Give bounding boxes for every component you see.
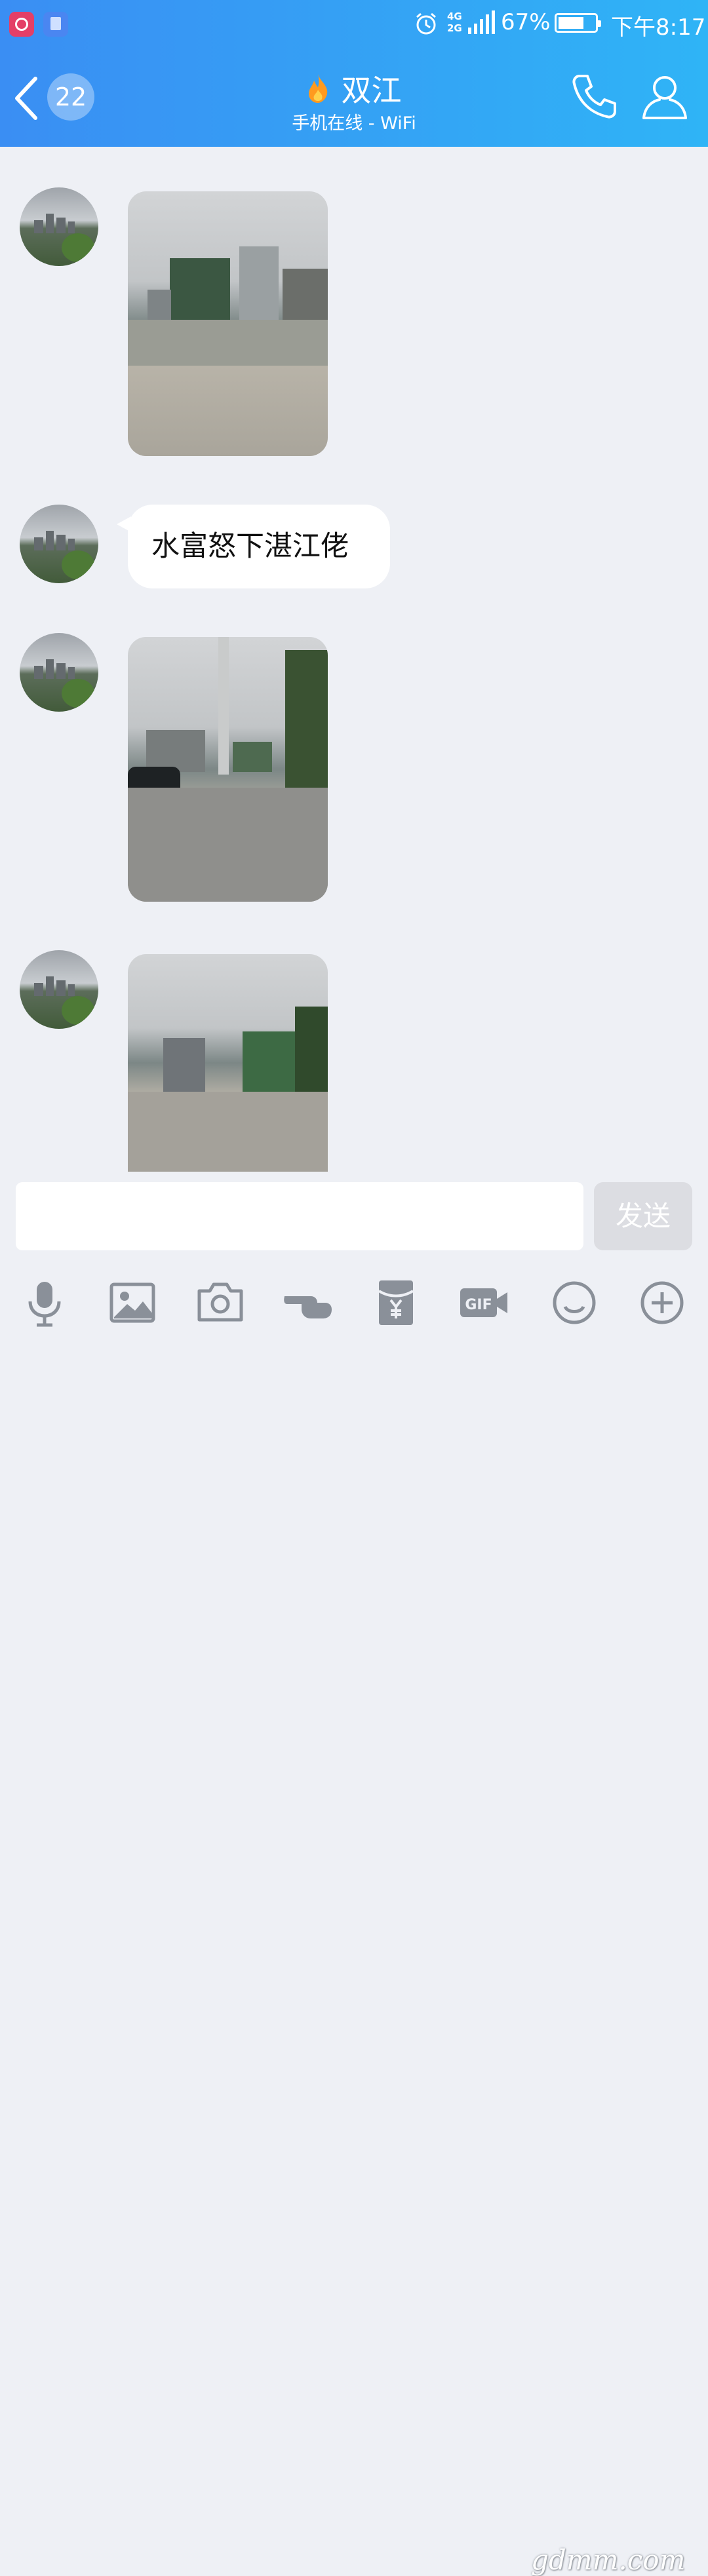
emoji-icon[interactable]	[548, 1277, 600, 1329]
input-toolbar: GIF gdmm.com	[0, 1265, 708, 2576]
gif-icon[interactable]: GIF	[458, 1277, 510, 1329]
contact-profile-icon[interactable]	[641, 72, 688, 121]
red-packet-icon[interactable]	[370, 1277, 422, 1329]
notification-clipboard-icon	[43, 12, 68, 37]
composer-bar: 发送	[0, 1172, 708, 1265]
message-input[interactable]	[16, 1182, 583, 1250]
sender-avatar[interactable]	[20, 633, 98, 712]
sender-avatar[interactable]	[20, 187, 98, 266]
watermark: gdmm.com	[531, 2544, 686, 2576]
battery-percent: 67%	[501, 9, 551, 35]
image-message[interactable]	[128, 637, 328, 902]
alarm-icon	[416, 12, 436, 35]
clock: 下午8:17	[611, 14, 706, 41]
signal-icon	[468, 10, 495, 34]
notification-app-icon	[9, 12, 34, 37]
network-type: 4G 2G	[447, 10, 462, 34]
chat-header: 4G 2G 67% 下午8:17 22 双江 手机在线 - WiFi	[0, 0, 708, 147]
poke-icon[interactable]	[282, 1277, 334, 1329]
battery-icon	[555, 13, 601, 33]
svg-text:GIF: GIF	[465, 1297, 492, 1313]
flame-icon	[309, 74, 328, 103]
image-icon[interactable]	[106, 1277, 159, 1329]
microphone-icon[interactable]	[18, 1277, 71, 1329]
image-message[interactable]	[128, 191, 328, 456]
phone-call-icon[interactable]	[570, 72, 619, 121]
text-message-bubble[interactable]: 水富怒下湛江佬	[128, 505, 390, 588]
send-button[interactable]: 发送	[594, 1182, 692, 1250]
plus-icon[interactable]	[636, 1277, 688, 1329]
camera-icon[interactable]	[194, 1277, 246, 1329]
sender-avatar[interactable]	[20, 505, 98, 583]
contact-name: 双江	[341, 73, 402, 108]
image-message[interactable]	[128, 954, 328, 1172]
sender-avatar[interactable]	[20, 950, 98, 1029]
